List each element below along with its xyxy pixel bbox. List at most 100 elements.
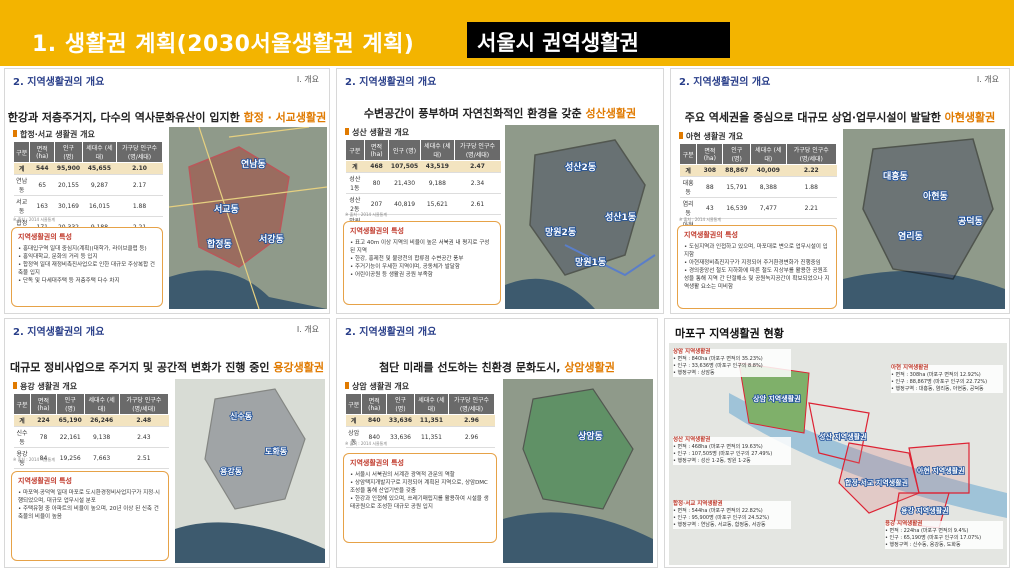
- map-label: 합정동: [207, 238, 232, 250]
- panel-heading: 2. 지역생활권의 개요: [345, 327, 437, 338]
- table-row: 계 224 65,190 26,246 2.48: [13, 414, 169, 427]
- table-cell: 80: [364, 172, 389, 194]
- panel-subtitle: 수변공간이 풍부하며 자연친화적인 환경을 갖춘 성산생활권: [337, 105, 663, 121]
- table-cell: 43,519: [420, 160, 455, 173]
- table-cell: 163: [29, 195, 55, 217]
- feature-title: 지역생활권의 특성: [18, 477, 72, 485]
- panel-heading: 2. 지역생활권의 개요: [345, 77, 437, 88]
- info-box: 상암 지역생활권면적 : 840ha (마포구 면적의 35.23%)인구 : …: [673, 349, 791, 377]
- feature-item: 어린이공원 등 생활권 공원 부족함: [350, 271, 494, 279]
- table-cell: 16,539: [722, 197, 751, 219]
- feature-list: 홍대입구역 일대 중심지(계획)(대학가, 라이브클럽 등)홍익대학교, 문화의…: [18, 245, 156, 285]
- panel-mapo-overview: 마포구 지역생활권 현황 상암 지역생활권 성산 지역생활권 합정·서교 지역생…: [664, 318, 1010, 568]
- map-label: 성산1동: [605, 211, 636, 223]
- table-header-cell: 인구 (명): [54, 141, 83, 163]
- table-cell: 468: [364, 160, 389, 173]
- district-map: 상암동: [503, 379, 653, 563]
- panel-number: Ⅰ. 개요: [296, 75, 319, 84]
- table-header-cell: 세대수 (세대): [413, 393, 450, 415]
- table-cell: 2.10: [116, 162, 163, 175]
- table-title: 상암 생활권 개요: [345, 381, 409, 392]
- feature-item: 한강, 홍제천 및 불광천의 합류점 수변공간 풍부: [350, 255, 494, 263]
- page-title: 1. 생활권 계획(2030서울생활권 계획): [32, 32, 415, 57]
- table-header-row: 구분 면적 (ha) 인구 (명) 세대수 (세대) 가구당 인구수 (명/세대): [344, 393, 495, 415]
- table-cell: 성산1동: [345, 172, 365, 194]
- table-cell: 107,505: [388, 160, 421, 173]
- source-note: ※ 출처 : 2014 서울통계: [345, 441, 388, 446]
- info-box: 성산 지역생활권면적 : 468ha (마포구 면적의 19.63%)인구 : …: [673, 437, 791, 465]
- table-header-cell: 세대수 (세대): [81, 141, 118, 163]
- info-box-line: 행정구역 : 상암동: [673, 370, 791, 377]
- mapo-title: 마포구 지역생활권 현황: [675, 327, 784, 340]
- subtitle-text: 한강과 저층주거지, 다수의 역사문화유산이 입지한: [7, 111, 244, 124]
- info-box: 아현 지역생활권면적 : 308ha (마포구 면적의 12.92%)인구 : …: [891, 365, 1003, 393]
- feature-list: 마포역·공덕역 일대 마포로 도시환경정비사업지구가 지정·시행되었으며, 대규…: [18, 489, 162, 521]
- info-box-line: 행정구역 : 성산 1·2동, 망원 1·2동: [673, 458, 791, 465]
- feature-box: 지역생활권의 특성 표고 40m 이상 지역의 비율이 높은 서북권 내 평지로…: [343, 221, 501, 305]
- table-cell: 2.96: [448, 426, 495, 448]
- table-header-cell: 가구당 인구수 (명/세대): [448, 393, 495, 415]
- table-header-cell: 면적 (ha): [29, 141, 56, 163]
- panel-subtitle: 한강과 저층주거지, 다수의 역사문화유산이 입지한 합정 · 서교생활권: [5, 109, 329, 125]
- source-note: ※ 출처 : 2014 서울통계: [679, 217, 722, 222]
- map-label: 망원1동: [575, 256, 606, 268]
- table-cell: 2.61: [454, 193, 501, 215]
- table-title: 합정·서교 생활권 개요: [13, 129, 95, 140]
- map-label: 용강 지역생활권: [901, 506, 949, 515]
- info-box: 용강 지역생활권면적 : 224ha (마포구 면적의 9.4%)인구 : 65…: [885, 521, 1003, 549]
- table-cell: 840: [361, 414, 387, 427]
- info-box: 합정·서교 지역생활권면적 : 544ha (마포구 면적의 22.82%)인구…: [673, 501, 791, 529]
- feature-item: 주택유형 중 아파트의 비율이 높으며, 20년 이상 된 신축 건축물의 비율…: [18, 505, 162, 521]
- table-cell: 8,388: [750, 176, 787, 198]
- table-row: 계 468 107,505 43,519 2.47: [345, 160, 501, 173]
- source-note: ※ 출처 : 2014 서울통계: [13, 217, 56, 222]
- table-row: 성산1동 80 21,430 9,188 2.34: [345, 172, 501, 194]
- table-cell: 신수동: [13, 426, 31, 448]
- table-cell: 30,169: [54, 195, 83, 217]
- feature-item: 상암택지개발지구로 지정되어 계획된 지역으로, 상암DMC 조성을 통해 산업…: [350, 479, 490, 495]
- table-row: 서교동 163 30,169 16,015 1.88: [13, 195, 163, 217]
- table-cell: 88: [696, 176, 723, 198]
- map-label: 합정·서교 지역생활권: [845, 478, 908, 487]
- district-map: 신수동 용강동 도화동: [175, 379, 325, 563]
- feature-box: 지역생활권의 특성 서울시 서북권의 서계관 광역적 관문의 역할상암택지개발지…: [343, 453, 497, 543]
- table-cell: 9,138: [84, 426, 120, 448]
- table-cell: 95,900: [54, 162, 83, 175]
- subtitle-highlight: 용강생활권: [273, 361, 324, 374]
- info-box-list: 면적 : 468ha (마포구 면적의 19.63%)인구 : 107,505명…: [673, 444, 791, 465]
- info-box-line: 인구 : 65,190명 (마포구 인구의 17.07%): [885, 535, 1003, 542]
- table-header-cell: 면적 (ha): [696, 143, 724, 165]
- table-cell: 대흥동: [679, 176, 697, 198]
- table-title: 성산 생활권 개요: [345, 127, 409, 138]
- table-header-row: 구분 면적 (ha) 인구 (명) 세대수 (세대) 가구당 인구수 (명/세대): [12, 141, 163, 163]
- source-note: ※ 출처 : 2014 서울통계: [345, 212, 388, 217]
- table-header-cell: 세대수 (세대): [750, 143, 787, 165]
- feature-title: 지역생활권의 특성: [18, 233, 72, 241]
- table-cell: 78: [30, 426, 57, 448]
- panel-number: Ⅰ. 개요: [976, 75, 999, 84]
- feature-box: 지역생활권의 특성 도심지역과 인접하고 있으며, 마포대로 변으로 업무시설이…: [677, 225, 837, 309]
- table-cell: 계: [13, 162, 30, 175]
- panel-number: Ⅰ. 개요: [296, 325, 319, 334]
- map-label: 신수동: [230, 411, 253, 421]
- info-box-line: 인구 : 95,900명 (마포구 인구의 24.52%): [673, 515, 791, 522]
- map-label: 성산 지역생활권: [819, 432, 867, 441]
- map-label: 아현 지역생활권: [917, 466, 965, 475]
- table-header-cell: 인구 (명): [388, 139, 421, 161]
- table-cell: 7,663: [84, 447, 120, 469]
- info-box-title: 상암 지역생활권: [673, 349, 711, 355]
- info-box-line: 행정구역 : 연남동, 서교동, 합정동, 서강동: [673, 522, 791, 529]
- stats-table: 구분 면적 (ha) 인구 (명) 세대수 (세대) 가구당 인구수 (명/세대) 계 84…: [344, 393, 495, 448]
- table-cell: 20,155: [54, 174, 83, 196]
- info-box-list: 면적 : 544ha (마포구 면적의 22.82%)인구 : 95,900명 …: [673, 508, 791, 529]
- table-header-cell: 가구당 인구수 (명/세대): [453, 139, 502, 161]
- info-box-line: 면적 : 468ha (마포구 면적의 19.63%): [673, 444, 791, 451]
- panel-yonggang: 2. 지역생활권의 개요 Ⅰ. 개요 대규모 정비사업으로 주거지 및 공간적 …: [4, 318, 330, 568]
- panel-heading: 2. 지역생활권의 개요: [13, 327, 105, 338]
- info-box-list: 면적 : 308ha (마포구 면적의 12.92%)인구 : 88,867명 …: [891, 372, 1003, 393]
- table-row: 신수동 78 22,161 9,138 2.43: [13, 426, 169, 448]
- table-cell: 9,188: [420, 172, 455, 194]
- table-cell: 544: [29, 162, 55, 175]
- table-header-cell: 면적 (ha): [363, 139, 390, 161]
- panel-seongsan: 2. 지역생활권의 개요 수변공간이 풍부하며 자연친화적인 환경을 갖춘 성산…: [336, 68, 664, 314]
